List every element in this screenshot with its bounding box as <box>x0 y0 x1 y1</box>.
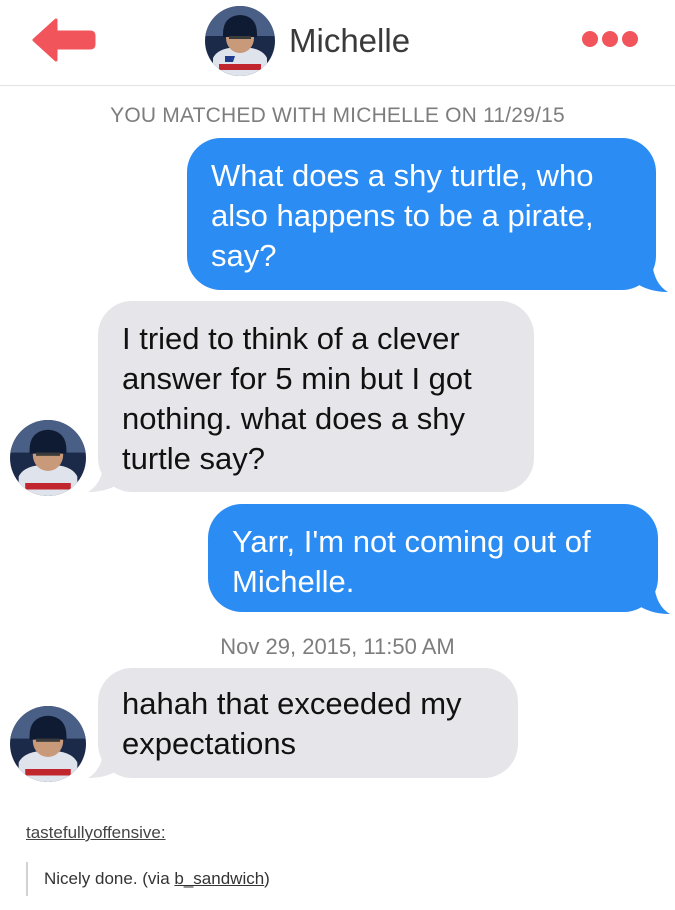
sender-avatar[interactable] <box>10 420 86 496</box>
more-options-icon <box>582 31 638 47</box>
back-button[interactable] <box>32 18 96 62</box>
quote-text: Nicely done. (via <box>44 869 175 888</box>
message-bubble-sent: Yarr, I'm not coming out of Michelle. <box>208 504 658 612</box>
contact-avatar[interactable] <box>205 6 275 76</box>
sender-avatar[interactable] <box>10 706 86 782</box>
contact-name[interactable]: Michelle <box>289 22 410 60</box>
message-bubble-sent: What does a shy turtle, who also happens… <box>187 138 656 290</box>
match-note: YOU MATCHED WITH MICHELLE ON 11/29/15 <box>110 104 565 127</box>
chat-header: Michelle <box>0 0 675 86</box>
message-bubble-received: I tried to think of a clever answer for … <box>98 301 534 492</box>
post-quote: Nicely done. (via b_sandwich) <box>26 862 270 896</box>
more-options-button[interactable] <box>582 28 642 50</box>
post-author-link[interactable]: tastefullyoffensive: <box>26 823 166 843</box>
message-timestamp: Nov 29, 2015, 11:50 AM <box>220 634 455 659</box>
back-arrow-icon <box>32 18 96 62</box>
source-link[interactable]: b_sandwich <box>174 869 264 888</box>
quote-suffix: ) <box>264 869 270 888</box>
message-bubble-received: hahah that exceeded my expectations <box>98 668 518 778</box>
